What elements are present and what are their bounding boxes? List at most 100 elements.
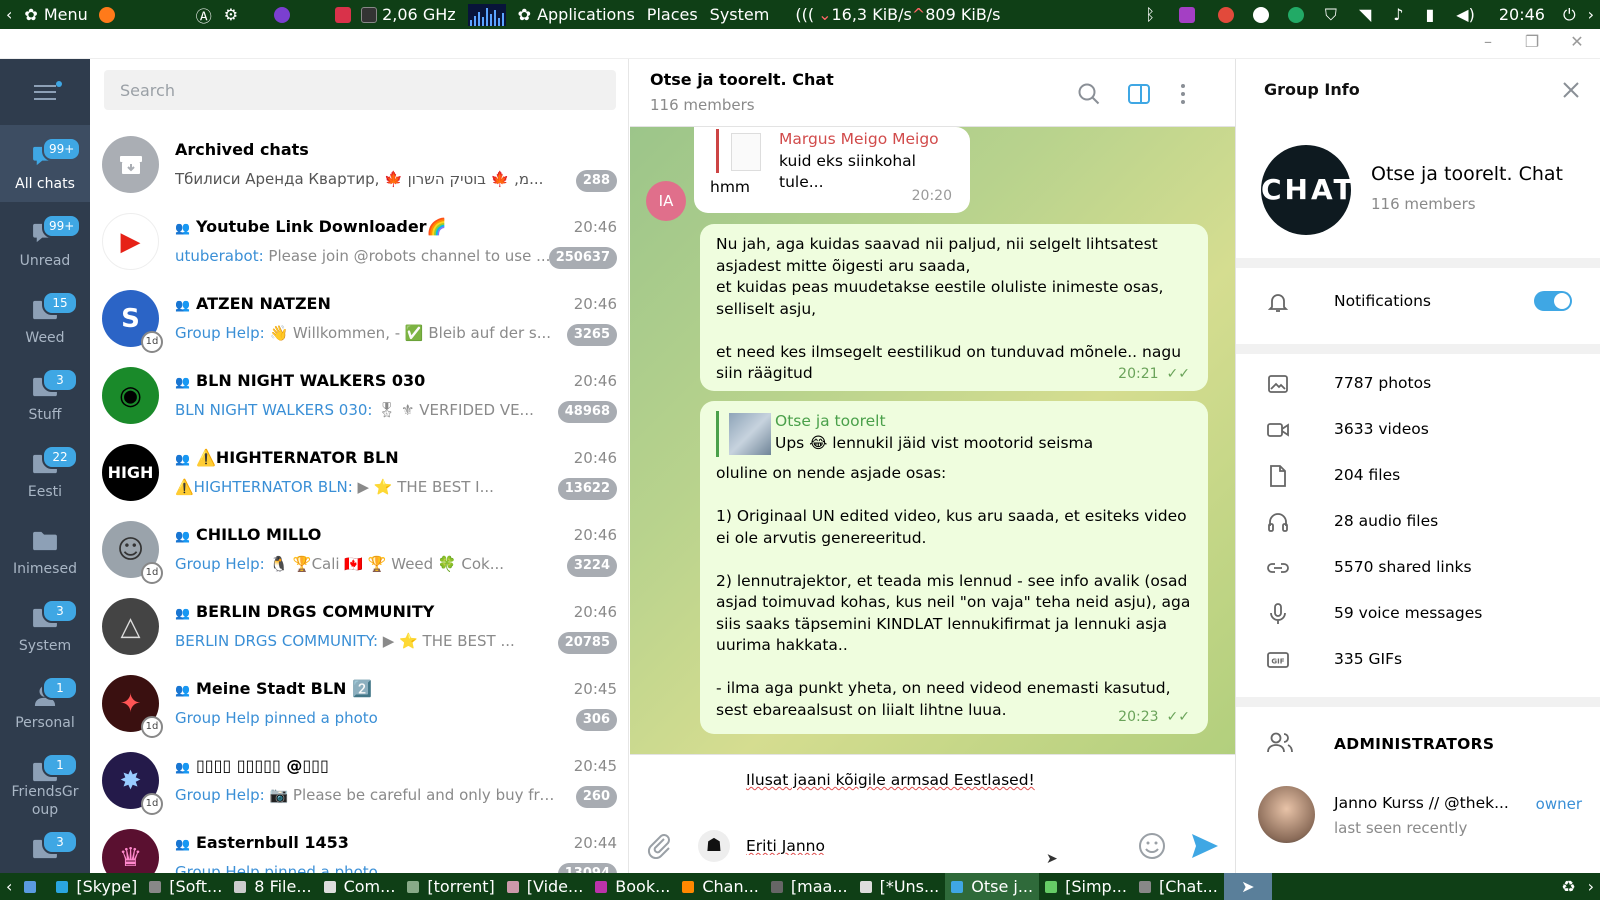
folder-friendsgroup[interactable]: 1 FriendsGroup: [0, 741, 90, 818]
archived-chats-item[interactable]: Archived chats Тбилиси Аренда Квартир, 🍁…: [90, 125, 628, 202]
taskbar-item[interactable]: [Vide...: [501, 873, 590, 900]
emoji-icon[interactable]: [1137, 831, 1167, 861]
reply-quote[interactable]: Margus Meigo Meigo kuid eks siinkohal tu…: [716, 129, 954, 191]
folder-personal[interactable]: 1 Personal: [0, 664, 90, 741]
group-avatar[interactable]: CHAT: [1261, 145, 1353, 235]
podcast-icon[interactable]: [1178, 6, 1195, 23]
conversation-header[interactable]: Otse ja toorelt. Chat 116 members: [630, 59, 1235, 127]
chat-list-item[interactable]: ♛ 👥 Easternbull 1453 20:44 Group Help pin…: [90, 818, 628, 873]
media-row-photo[interactable]: 7787 photos: [1236, 361, 1600, 407]
taskbar-item[interactable]: Book...: [589, 873, 676, 900]
folder-badge: 3: [42, 830, 78, 854]
folder-more[interactable]: 3: [0, 818, 90, 873]
folder-inimesed[interactable]: Inimesed: [0, 510, 90, 587]
vpn-icon[interactable]: [1287, 6, 1304, 23]
folder-unread[interactable]: 99+ Unread: [0, 202, 90, 279]
taskbar-item[interactable]: [Simp...: [1039, 873, 1133, 900]
settings-cogs-icon[interactable]: ⚙: [218, 0, 244, 29]
taskbar-item[interactable]: [torrent]: [401, 873, 500, 900]
message-bubble[interactable]: Margus Meigo Meigo kuid eks siinkohal tu…: [694, 127, 970, 213]
message-bubble-out[interactable]: Otse ja toorelt Ups 😂 lennukil jäid vist…: [700, 401, 1208, 734]
folder-all-chats[interactable]: 99+ All chats: [0, 125, 90, 202]
folder-weed[interactable]: 15 Weed: [0, 279, 90, 356]
minimize-icon[interactable]: –: [1476, 32, 1500, 51]
firefox-icon[interactable]: [98, 6, 115, 23]
taskbar-right-arrow[interactable]: ›: [1582, 873, 1600, 900]
chat-list-item[interactable]: ✦ 1d 👥 Meine Stadt BLN 2️⃣ 20:45 Group He…: [90, 664, 628, 741]
trash-icon[interactable]: ♻: [1555, 873, 1581, 900]
more-options-icon[interactable]: [1170, 81, 1196, 107]
panel-right-arrow[interactable]: ›: [1582, 0, 1600, 29]
chat-list-item[interactable]: ◉ 👥 BLN NIGHT WALKERS 030 20:46 BLN NIGHT…: [90, 356, 628, 433]
preview-text: 👋 Willkommen, - ✅ Bleib auf der s...: [264, 324, 552, 342]
panel-left-arrow[interactable]: ‹: [0, 0, 18, 29]
clock[interactable]: 20:46: [1493, 0, 1551, 29]
preview-text: Please join @robots channel to use ...: [263, 247, 551, 265]
show-desktop-icon[interactable]: [18, 873, 50, 900]
sidebar-toggle-icon[interactable]: [1126, 81, 1152, 107]
attach-icon[interactable]: [646, 831, 672, 859]
main-menu-button[interactable]: [0, 59, 90, 125]
media-row-microphone[interactable]: 59 voice messages: [1236, 591, 1600, 637]
send-as-avatar[interactable]: ☗: [698, 830, 730, 862]
volume-icon[interactable]: ◀): [1450, 0, 1481, 29]
taskbar-item[interactable]: [Soft...: [143, 873, 228, 900]
tor-icon[interactable]: [274, 6, 291, 23]
taskbar-item[interactable]: Otse j...: [945, 873, 1040, 900]
battery-icon[interactable]: ▮: [1419, 0, 1440, 29]
chat-title: Meine Stadt BLN 2️⃣: [195, 679, 372, 698]
taskbar-item[interactable]: [*Uns...: [854, 873, 946, 900]
terminal-icon[interactable]: [361, 6, 378, 23]
chrome-icon[interactable]: [1217, 6, 1234, 23]
taskbar-item[interactable]: [Skype]: [50, 873, 143, 900]
notifications-toggle[interactable]: [1534, 291, 1572, 311]
admin-avatar[interactable]: [1258, 786, 1315, 843]
taskbar-item[interactable]: Chan...: [676, 873, 765, 900]
chat-list-item[interactable]: S 1d 👥 ATZEN NATZEN 20:46 Group Help: 👋 W…: [90, 279, 628, 356]
taskbar-item[interactable]: [Chat...: [1133, 873, 1224, 900]
chat-list-item[interactable]: ✸ 1d 👥 ▯▯▯▯ ▯▯▯▯▯ @▯▯▯ 20:45 Group Help: …: [90, 741, 628, 818]
folder-eesti[interactable]: 22 Eesti: [0, 433, 90, 510]
maximize-icon[interactable]: ❐: [1520, 32, 1544, 51]
media-row-headphones[interactable]: 28 audio files: [1236, 499, 1600, 545]
chat-list-item[interactable]: △ 👥 BERLIN DRGS COMMUNITY 20:46 BERLIN DR…: [90, 587, 628, 664]
accessibility-icon[interactable]: Ⓐ: [190, 0, 218, 29]
chat-name: 👥 ⚠️HIGHTERNATOR BLN: [175, 448, 539, 467]
shield-tray-icon[interactable]: ⛉: [1319, 0, 1343, 29]
places-menu[interactable]: Places: [641, 0, 704, 29]
search-input[interactable]: [104, 70, 616, 110]
media-row-video[interactable]: 3633 videos: [1236, 407, 1600, 453]
screenshot-icon[interactable]: [335, 6, 352, 23]
sender-avatar[interactable]: IA: [646, 181, 686, 221]
wifi-icon[interactable]: ◥: [1353, 0, 1377, 29]
app-icon: [56, 880, 69, 893]
bluetooth-icon[interactable]: ᛒ: [1139, 0, 1161, 29]
taskbar-left-arrow[interactable]: ‹: [0, 873, 18, 900]
taskbar-item[interactable]: [maa...: [765, 873, 854, 900]
chat-list-item[interactable]: HIGH 👥 ⚠️HIGHTERNATOR BLN 20:46 ⚠️HIGHTER…: [90, 433, 628, 510]
chat-list-item[interactable]: ☺ 1d 👥 CHILLO MILLO 20:46 Group Help: 🐧 🏆…: [90, 510, 628, 587]
media-row-link[interactable]: 5570 shared links: [1236, 545, 1600, 591]
folder-stuff[interactable]: 3 Stuff: [0, 356, 90, 433]
send-icon[interactable]: [1190, 832, 1220, 860]
menu-button[interactable]: ✿ Menu: [18, 0, 93, 29]
folder-system[interactable]: 3 System: [0, 587, 90, 664]
close-icon[interactable]: [1560, 79, 1582, 101]
taskbar-item[interactable]: 8 File...: [228, 873, 317, 900]
applications-menu[interactable]: ✿ Applications: [512, 0, 641, 29]
telegram-tray-icon[interactable]: ➤: [1223, 873, 1272, 900]
power-icon[interactable]: ⏻: [1557, 0, 1582, 29]
search-icon[interactable]: [1076, 81, 1102, 107]
admin-name[interactable]: Janno Kurss // @thek...: [1334, 794, 1509, 812]
story-ring-badge: 1d: [141, 562, 163, 584]
message-bubble-out[interactable]: Nu jah, aga kuidas saavad nii paljud, ni…: [700, 224, 1208, 391]
reply-quote[interactable]: Otse ja toorelt Ups 😂 lennukil jäid vist…: [716, 411, 1192, 457]
system-menu[interactable]: System: [704, 0, 776, 29]
bell-tray-icon[interactable]: ♪: [1387, 0, 1409, 29]
window-close-icon[interactable]: ✕: [1565, 32, 1589, 51]
taskbar-item[interactable]: Com...: [318, 873, 402, 900]
chat-list-item[interactable]: ▶ 👥 Youtube Link Downloader🌈 20:46 utuber…: [90, 202, 628, 279]
media-row-gif[interactable]: GIF 335 GIFs: [1236, 637, 1600, 683]
skype-tray-icon[interactable]: [1252, 6, 1269, 23]
media-row-file[interactable]: 204 files: [1236, 453, 1600, 499]
